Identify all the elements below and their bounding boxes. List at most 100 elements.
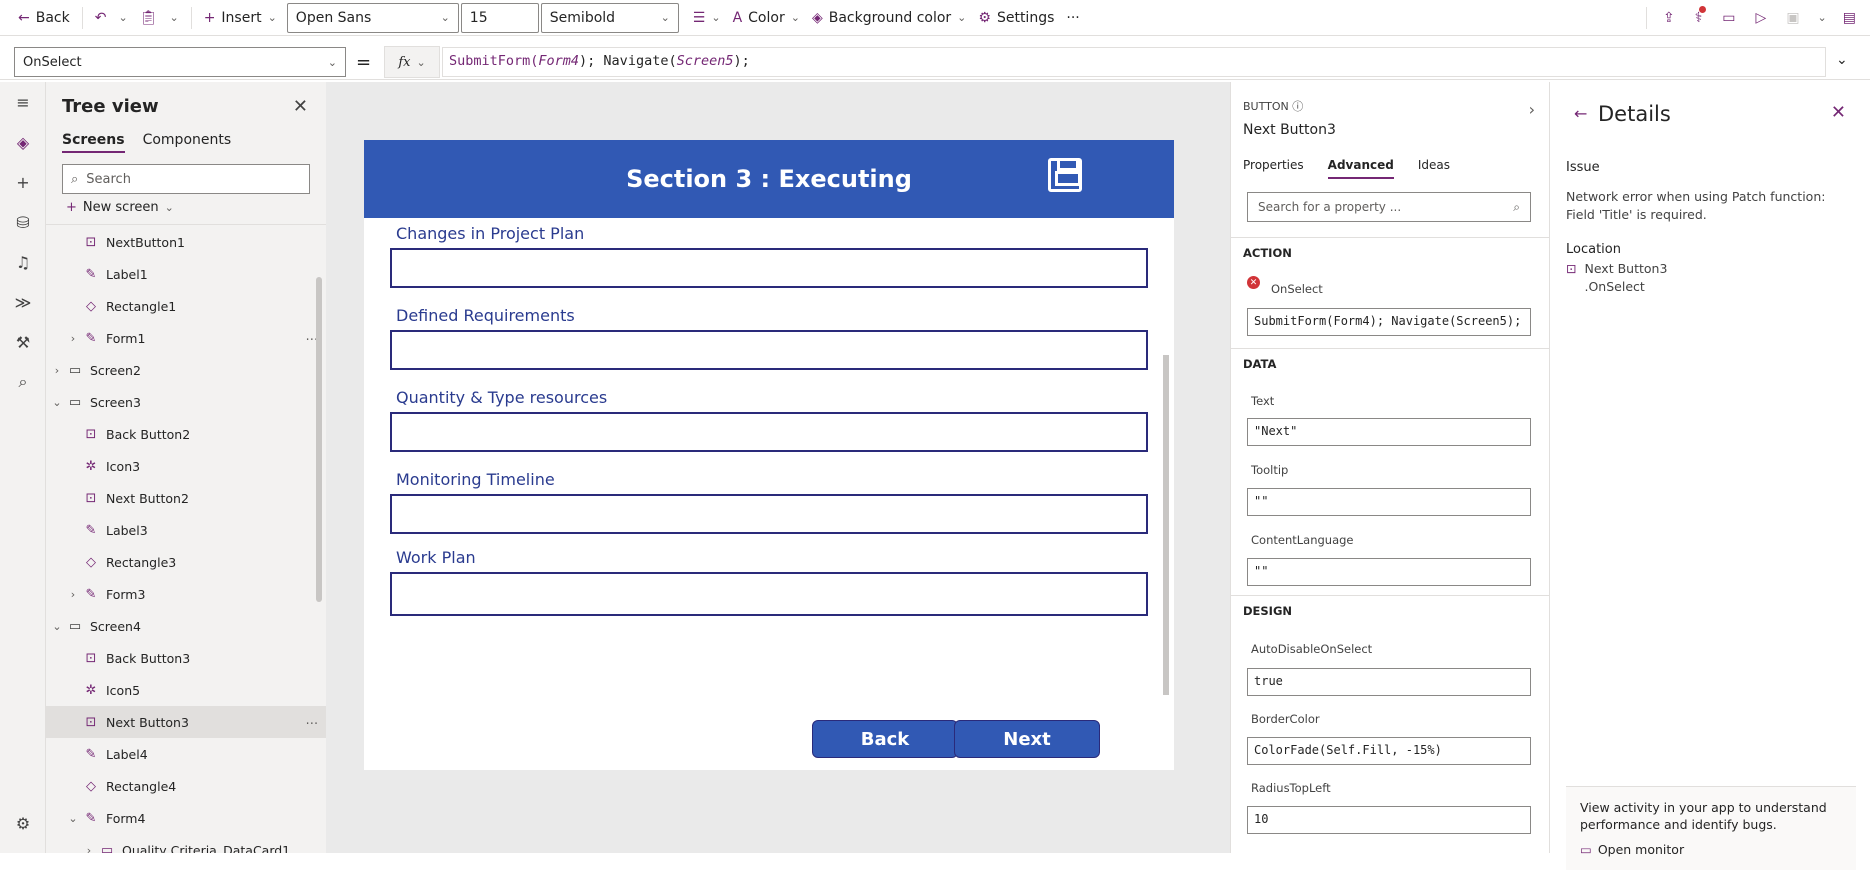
comments-icon[interactable]: ▭ — [1712, 0, 1745, 36]
tree-node[interactable]: › ▭ Screen2 — [46, 354, 326, 386]
paste-dropdown[interactable]: ⌄ — [163, 0, 184, 36]
tooltip-input[interactable]: "" — [1247, 488, 1531, 516]
onselect-input[interactable]: SubmitForm(Form4); Navigate(Screen5); — [1247, 308, 1531, 336]
close-icon[interactable]: ✕ — [1831, 102, 1846, 123]
form-scrollbar[interactable] — [1162, 220, 1170, 705]
save-dropdown[interactable]: ⌄ — [1810, 0, 1835, 36]
expand-formula-icon[interactable]: ⌄ — [1836, 52, 1848, 68]
gear-icon[interactable]: ⚙ — [0, 803, 46, 843]
tree-node[interactable]: ◇ Rectangle3 — [46, 546, 326, 578]
more-icon[interactable]: ⋯ — [306, 715, 319, 730]
field-input[interactable] — [390, 572, 1148, 616]
chevron-down-icon[interactable]: ⌄ — [66, 812, 80, 825]
contentlanguage-input[interactable]: "" — [1247, 558, 1531, 586]
share-icon[interactable]: ⇪ — [1653, 0, 1685, 36]
save-icon[interactable]: ▣ — [1776, 0, 1809, 36]
field-input[interactable] — [390, 248, 1148, 288]
tree-node[interactable]: ⌄ ▭ Screen3 — [46, 386, 326, 418]
advanced-tools-icon[interactable]: ⚒ — [0, 322, 46, 362]
tab-components[interactable]: Components — [143, 132, 232, 153]
tree-node[interactable]: ✲ Icon5 — [46, 674, 326, 706]
paste-button[interactable]: 📋︎ — [134, 0, 164, 36]
tree-node[interactable]: ⊡ Next Button2 — [46, 482, 326, 514]
play-icon[interactable]: ▷ — [1746, 0, 1777, 36]
open-monitor-link[interactable]: ▭ Open monitor — [1580, 841, 1842, 858]
tree-node[interactable]: ⊡ NextButton1 — [46, 226, 326, 258]
tree-node[interactable]: ⌄ ▭ Screen4 — [46, 610, 326, 642]
arrow-left-icon[interactable]: ← — [1574, 104, 1587, 123]
field-input[interactable] — [390, 412, 1148, 452]
media-icon[interactable]: ♫ — [0, 242, 46, 282]
autodisable-input[interactable]: true — [1247, 668, 1531, 696]
field-input[interactable] — [390, 330, 1148, 370]
back-button[interactable]: Back — [812, 720, 958, 758]
hamburger-icon[interactable]: ≡ — [0, 82, 46, 122]
tree-node[interactable]: ✲ Icon3 — [46, 450, 326, 482]
back-button[interactable]: ← Back — [12, 0, 76, 36]
chevron-right-icon[interactable]: › — [50, 364, 64, 377]
tree-node[interactable]: ⌄ ✎ Form4 — [46, 802, 326, 834]
font-weight-select[interactable]: Semibold ⌄ — [540, 2, 679, 33]
new-screen-button[interactable]: + New screen ⌄ — [66, 200, 174, 215]
tree-scrollbar[interactable] — [316, 277, 322, 602]
field-input[interactable] — [390, 494, 1148, 534]
tree-node[interactable]: › ✎ Form3 — [46, 578, 326, 610]
layers-icon[interactable]: ◈ — [0, 122, 46, 162]
tree-node[interactable]: › ▭ Quality Criteria_DataCard1 — [46, 834, 326, 854]
bordercolor-input[interactable]: ColorFade(Self.Fill, -15%) — [1247, 737, 1531, 765]
publish-icon[interactable]: ▤ — [1835, 0, 1870, 36]
next-button[interactable]: Next — [954, 720, 1100, 758]
text-input[interactable]: "Next" — [1247, 418, 1531, 446]
tree-node[interactable]: ✎ Label1 — [46, 258, 326, 290]
button-icon: ⊡ — [85, 650, 97, 666]
help-icon[interactable]: ⓘ — [1292, 100, 1303, 113]
tab-properties[interactable]: Properties — [1243, 158, 1304, 179]
data-icon[interactable]: ⛁ — [0, 202, 46, 242]
function-button[interactable]: fx ⌄ — [384, 46, 440, 78]
background-color-button[interactable]: ◈ Background color ⌄ — [806, 0, 972, 36]
insert-button[interactable]: + Insert ⌄ — [198, 0, 283, 36]
scrollbar-thumb[interactable] — [1163, 355, 1169, 695]
property-select[interactable]: OnSelect ⌄ — [14, 47, 346, 77]
tree-node-label: Icon3 — [106, 458, 141, 474]
chevron-right-icon[interactable]: › — [1529, 100, 1535, 119]
undo-dropdown[interactable]: ⌄ — [112, 0, 133, 36]
font-family-select[interactable]: Open Sans ⌄ — [286, 2, 459, 33]
chevron-down-icon[interactable]: ⌄ — [50, 396, 64, 409]
font-size-input[interactable]: 15 — [460, 2, 539, 33]
chevron-down-icon[interactable]: ⌄ — [50, 620, 64, 633]
radius-input[interactable]: 10 — [1247, 806, 1531, 834]
control-name[interactable]: Next Button3 — [1243, 122, 1336, 138]
tree-node[interactable]: ✎ Label3 — [46, 514, 326, 546]
settings-button[interactable]: ⚙ Settings — [972, 0, 1060, 36]
chevron-down-icon: ⌄ — [164, 201, 174, 214]
location-link[interactable]: ⊡ Next Button3 .OnSelect — [1566, 260, 1667, 296]
align-button[interactable]: ☰ ⌄ — [687, 0, 727, 36]
tab-advanced[interactable]: Advanced — [1327, 158, 1394, 179]
tab-ideas[interactable]: Ideas — [1418, 158, 1450, 179]
chevron-right-icon[interactable]: › — [66, 332, 80, 345]
insert-icon[interactable]: + — [0, 162, 46, 202]
tab-screens[interactable]: Screens — [62, 132, 125, 153]
chevron-right-icon[interactable]: › — [82, 844, 96, 854]
app-checker-icon[interactable]: ⚕ — [1685, 0, 1713, 36]
tree-node[interactable]: ◇ Rectangle1 — [46, 290, 326, 322]
undo-button[interactable]: ↶ — [89, 0, 113, 36]
chevron-right-icon[interactable]: › — [66, 588, 80, 601]
search-icon[interactable]: ⌕ — [0, 362, 46, 402]
save-icon[interactable] — [1048, 158, 1082, 192]
tree-node[interactable]: ✎ Label4 — [46, 738, 326, 770]
power-automate-icon[interactable]: ≫ — [0, 282, 46, 322]
close-icon[interactable]: ✕ — [293, 96, 308, 117]
tree-node[interactable]: ⊡ Back Button2 — [46, 418, 326, 450]
color-button[interactable]: A Color ⌄ — [727, 0, 806, 36]
tree-node[interactable]: ◇ Rectangle4 — [46, 770, 326, 802]
property-search-input[interactable]: Search for a property ... ⌕ — [1247, 192, 1531, 222]
tree-node[interactable]: ⊡ Back Button3 — [46, 642, 326, 674]
tree-node[interactable]: › ✎ Form1 ⋯ — [46, 322, 326, 354]
tree-search-input[interactable]: ⌕ Search — [62, 164, 310, 194]
formula-input[interactable]: SubmitForm(Form4); Navigate(Screen5); — [442, 47, 1826, 77]
tree-node[interactable]: ⊡ Next Button3 ⋯ — [46, 706, 326, 738]
chevron-down-icon: ⌄ — [660, 11, 670, 24]
more-button[interactable]: ··· — [1060, 0, 1085, 36]
